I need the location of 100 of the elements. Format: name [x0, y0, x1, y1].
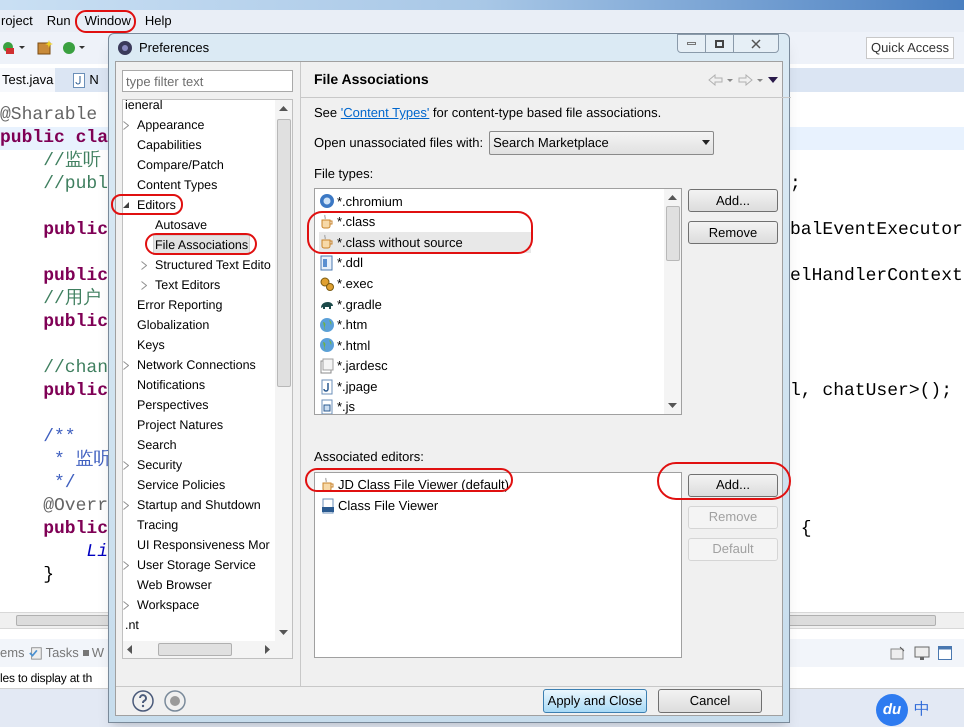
filter-field[interactable]: type filter text — [122, 70, 293, 92]
back-arrow-icon[interactable] — [708, 74, 734, 86]
scroll-down-icon[interactable] — [668, 403, 677, 408]
globe-icon — [319, 316, 335, 333]
apply-and-close-button[interactable]: Apply and Close — [543, 689, 647, 713]
menu-item[interactable]: Help — [144, 11, 172, 31]
vertical-scrollbar[interactable] — [664, 189, 681, 414]
editor-tab[interactable]: Test.java — [0, 68, 56, 92]
tree-item[interactable]: Perspectives — [135, 395, 211, 415]
tree-item[interactable]: Tracing — [135, 515, 180, 535]
menu-item[interactable]: roject — [1, 11, 33, 31]
code-text: //用户 — [42, 289, 101, 309]
monitor-icon[interactable] — [914, 645, 930, 661]
panel-tab[interactable]: W — [82, 643, 104, 663]
tree-item[interactable]: Notifications — [135, 375, 208, 395]
gears-icon — [319, 276, 335, 292]
file-type-item[interactable]: *.jpage — [319, 376, 531, 397]
preferences-tree[interactable] — [122, 99, 293, 659]
debug-run-icon[interactable] — [2, 40, 28, 56]
tree-item[interactable]: Search — [135, 435, 179, 455]
tree-item[interactable]: Capabilities — [135, 135, 204, 155]
file-type-item[interactable]: *.htm — [319, 314, 531, 336]
section-label: File types: — [314, 164, 374, 183]
record-icon[interactable] — [164, 690, 186, 712]
new-class-icon[interactable] — [62, 40, 88, 56]
coffee-cup-icon — [320, 477, 336, 493]
editor-item[interactable]: Class File Viewer — [320, 496, 681, 516]
view-menu-icon[interactable] — [768, 76, 778, 84]
scroll-thumb[interactable] — [276, 119, 290, 387]
open-with-dropdown[interactable]: Search Marketplace — [489, 130, 714, 154]
tree-item[interactable]: UI Responsiveness Mor — [135, 535, 272, 555]
file-type-item[interactable]: *.html — [319, 335, 531, 356]
expanded-arrow-icon[interactable] — [123, 202, 129, 208]
panel-tab[interactable]: ems — [0, 643, 25, 663]
hand-drawn-loop — [111, 194, 183, 215]
editor-item[interactable]: JD Class File Viewer (default) — [320, 474, 681, 496]
tree-item[interactable]: ieneral — [123, 100, 165, 115]
tree-item[interactable]: Error Reporting — [135, 295, 224, 315]
scroll-up-icon[interactable] — [279, 106, 288, 111]
code-text: * 监听 — [53, 450, 112, 470]
content-types-link[interactable]: 'Content Types' — [340, 105, 430, 120]
tree-item[interactable]: Content Types — [135, 175, 220, 195]
package-icon[interactable] — [36, 40, 54, 56]
vertical-scrollbar[interactable] — [275, 100, 292, 641]
code-text: /** — [42, 427, 76, 447]
horizontal-scrollbar[interactable] — [123, 641, 292, 658]
tree-item[interactable]: .nt — [123, 615, 141, 635]
tree-item[interactable]: Keys — [135, 335, 167, 355]
tree-item[interactable]: Globalization — [135, 315, 212, 335]
tree-item[interactable]: Network Connections — [135, 355, 258, 375]
tree-item[interactable]: Structured Text Edito — [153, 255, 273, 275]
pin-icon[interactable] — [890, 645, 906, 661]
tree-item[interactable]: Startup and Shutdown — [135, 495, 263, 515]
file-type-item[interactable]: *.chromium — [319, 191, 531, 212]
intro-text: See 'Content Types' for content-type based file associations. — [314, 104, 662, 122]
file-type-item[interactable]: *.js — [319, 396, 531, 414]
window-icon[interactable] — [938, 646, 952, 660]
add-button[interactable]: Add... — [688, 474, 778, 496]
tree-item[interactable]: Workspace — [135, 595, 202, 615]
add-button[interactable]: Add... — [688, 189, 778, 212]
editor-tab[interactable]: N — [71, 68, 101, 92]
tree-item[interactable]: Autosave — [153, 215, 210, 235]
tree-item[interactable]: Appearance — [135, 115, 206, 135]
menu-item[interactable]: Run — [46, 11, 71, 31]
coffee-cup-icon — [319, 234, 335, 250]
tree-item[interactable]: Editors — [135, 195, 178, 215]
help-icon[interactable] — [132, 690, 154, 712]
editors-list[interactable]: JD Class File Viewer (default) Class File Viewer — [314, 472, 682, 658]
file-type-item[interactable]: *.ddl — [319, 252, 531, 274]
tree-item[interactable]: Compare/Patch — [135, 155, 226, 175]
code-text: public — [42, 266, 108, 286]
scroll-up-icon[interactable] — [668, 195, 677, 200]
tree-item[interactable]: Text Editors — [153, 275, 222, 295]
file-type-item[interactable]: *.exec — [319, 273, 531, 294]
menu-item[interactable]: Window — [84, 11, 131, 31]
ime-mode[interactable]: 中 — [914, 698, 930, 722]
code-text: //监听 — [42, 151, 101, 171]
panel-tab[interactable]: Tasks — [28, 643, 79, 663]
code-text: public cla — [0, 128, 108, 148]
tree-item[interactable]: Web Browser — [135, 575, 214, 595]
scroll-right-icon[interactable] — [265, 645, 270, 654]
tree-item[interactable]: Security — [135, 455, 184, 475]
scroll-thumb[interactable] — [666, 206, 680, 261]
file-types-list[interactable]: *.chromium *.class *.class without source *.ddl *.exec *.gradle *.htm *.html *.jardesc *.jpage *.js — [314, 188, 682, 415]
scroll-thumb[interactable] — [158, 643, 232, 656]
tree-item[interactable]: Service Policies — [135, 475, 228, 495]
quick-access-field[interactable]: Quick Access — [866, 37, 954, 59]
scroll-left-icon[interactable] — [127, 645, 132, 654]
file-type-item[interactable]: *.class without source — [319, 232, 531, 253]
file-type-item[interactable]: *.jardesc — [319, 356, 531, 376]
code-text: { — [800, 518, 812, 541]
file-type-item[interactable]: *.class — [319, 212, 531, 232]
java-file-icon — [319, 378, 335, 395]
file-type-item[interactable]: *.gradle — [319, 294, 531, 315]
tree-item[interactable]: File Associations — [153, 235, 250, 255]
cancel-button[interactable]: Cancel — [658, 689, 762, 713]
remove-button[interactable]: Remove — [688, 221, 778, 244]
table-file-icon — [319, 255, 335, 272]
tree-item[interactable]: Project Natures — [135, 415, 226, 435]
tree-item[interactable]: User Storage Service — [135, 555, 258, 575]
